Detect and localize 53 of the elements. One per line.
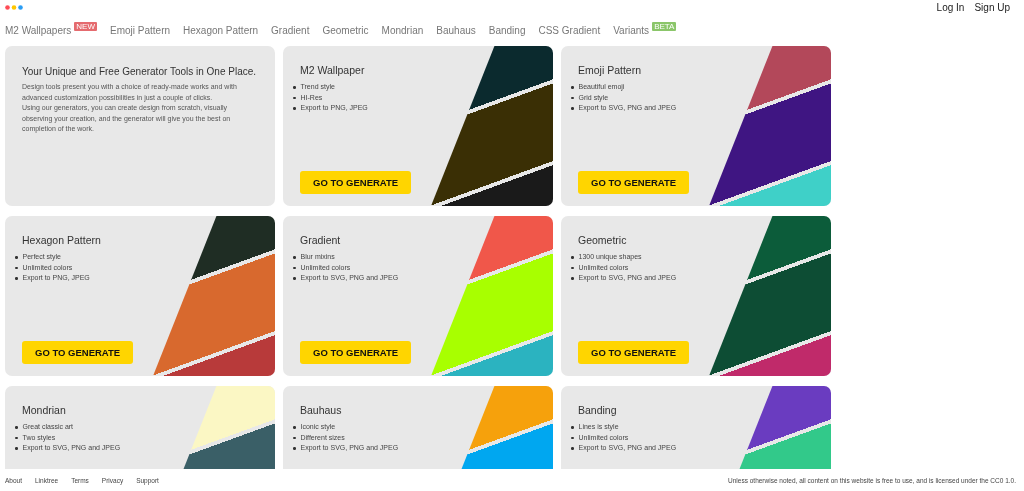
bullet-icon	[15, 426, 18, 429]
nav-link[interactable]: Geometric	[322, 24, 369, 36]
bullet-icon	[571, 277, 574, 280]
bullet-icon	[571, 86, 574, 89]
nav-link[interactable]: Mondrian	[381, 24, 424, 36]
tool-title: Banding	[578, 404, 618, 416]
bullet-icon	[571, 447, 574, 450]
nav-link[interactable]: Bauhaus	[436, 24, 476, 36]
nav-link[interactable]: Hexagon Pattern	[183, 24, 259, 36]
logo-dots-icon	[5, 5, 23, 10]
generate-button[interactable]: GO TO GENERATE	[578, 171, 690, 194]
bullet-icon	[293, 107, 296, 110]
nav-link[interactable]: Emoji Pattern	[110, 24, 171, 36]
bullet-icon	[293, 96, 296, 99]
bullet-icon	[293, 447, 296, 450]
bullet-icon	[571, 426, 574, 429]
tool-title: Gradient	[300, 234, 342, 246]
bullet-icon	[293, 277, 296, 280]
generate-button[interactable]: GO TO GENERATE	[300, 341, 412, 364]
bullet-icon	[571, 107, 574, 110]
generate-button[interactable]: GO TO GENERATE	[22, 341, 134, 364]
bullet-icon	[15, 266, 18, 269]
nav-link[interactable]: Gradient	[271, 24, 310, 36]
account-link[interactable]: Log In	[936, 2, 965, 13]
account-link[interactable]: Sign Up	[974, 2, 1010, 13]
nav-badge: BETA	[652, 21, 677, 31]
nav-link[interactable]: Banding	[488, 24, 526, 36]
bullet-icon	[571, 96, 574, 99]
nav-link[interactable]: M2 Wallpapers	[5, 24, 72, 36]
bullet-icon	[15, 277, 18, 280]
bullet-icon	[293, 86, 296, 89]
tool-title: Emoji Pattern	[578, 64, 643, 76]
tool-title: Hexagon Pattern	[22, 234, 102, 246]
nav-link[interactable]: CSS Gradient	[538, 24, 601, 36]
bullet-icon	[571, 256, 574, 259]
bullet-icon	[571, 266, 574, 269]
bullet-icon	[15, 436, 18, 439]
bullet-icon	[15, 447, 18, 450]
tool-title: M2 Wallpaper	[300, 64, 366, 76]
tool-title: Bauhaus	[300, 404, 343, 416]
bullet-icon	[293, 256, 296, 259]
tool-title: Mondrian	[22, 404, 67, 416]
nav-link[interactable]: Variants	[613, 24, 650, 36]
intro-title: Your Unique and Free Generator Tools in One Place.	[22, 66, 258, 77]
generate-button[interactable]: GO TO GENERATE	[578, 341, 690, 364]
bullet-icon	[293, 426, 296, 429]
bullet-icon	[293, 436, 296, 439]
nav-badge: NEW	[74, 21, 97, 31]
bullet-icon	[15, 256, 18, 259]
tool-title: Geometric	[578, 234, 628, 246]
bullet-icon	[571, 436, 574, 439]
generate-button[interactable]: GO TO GENERATE	[300, 171, 412, 194]
bullet-icon	[293, 266, 296, 269]
